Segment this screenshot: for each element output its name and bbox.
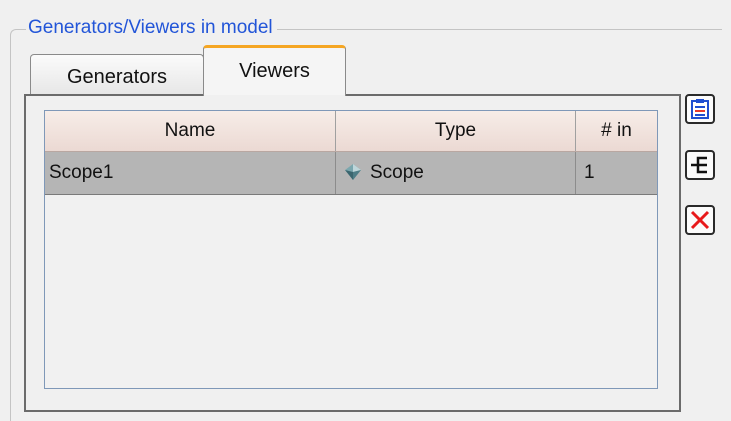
column-header-name[interactable]: Name: [45, 111, 335, 151]
table-header: Name Type # in: [45, 111, 657, 152]
cell-name: Scope1: [49, 162, 114, 183]
properties-icon: [691, 99, 709, 119]
column-header-type[interactable]: Type: [335, 111, 575, 151]
table-row[interactable]: Scope1 Scope 1: [45, 152, 657, 195]
properties-button[interactable]: [685, 94, 715, 124]
cell-type: Scope: [335, 152, 575, 194]
tab-viewers[interactable]: Viewers: [203, 45, 346, 98]
group-title: Generators/Viewers in model: [26, 15, 277, 41]
connect-signal-icon: [691, 156, 707, 174]
scope-block-icon: [345, 164, 361, 180]
connect-signal-button[interactable]: [685, 150, 715, 180]
delete-icon: [690, 210, 710, 230]
cell-inputs: 1: [575, 152, 657, 194]
tab-generators[interactable]: Generators: [30, 54, 204, 96]
delete-button[interactable]: [685, 205, 715, 235]
cell-type-label: Scope: [370, 162, 424, 183]
column-header-inputs[interactable]: # in: [575, 111, 657, 151]
viewers-table: Name Type # in Scope1 Scope 1: [44, 110, 658, 389]
